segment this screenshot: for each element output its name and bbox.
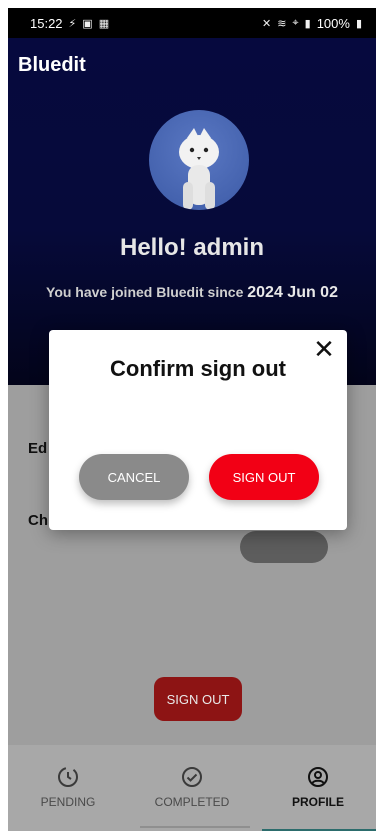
mute-icon: ✕ [261,17,272,30]
status-bar: 15:22 ⚡ ▣ ▦ ✕ ≋ ⌖ ▮ 100% ▮ [8,8,376,38]
greeting-text: Hello! admin [119,234,264,261]
dialog-title: Confirm sign out [110,356,286,381]
joined-text: You have joined Bluedit since 2024 Jun 0… [8,284,376,302]
tab-pending-label: PENDING [40,795,96,809]
change-row-label[interactable]: Ch [28,512,48,529]
confirm-signout-button[interactable]: SIGN OUT [209,454,319,500]
joined-date: 2024 Jun 02 [247,284,338,301]
battery-percent: 100% [316,15,350,31]
clock-loading-icon [58,767,78,787]
hotspot-icon: ⌖ [292,16,299,29]
tab-profile-label: PROFILE [291,795,344,809]
check-circle-icon [182,767,202,787]
change-button[interactable] [240,531,328,563]
gallery-icon: ▦ [98,17,110,30]
signal-icon: ▮ [304,17,311,30]
signout-button[interactable]: SIGN OUT [154,677,242,721]
fantasy-icon: ⚡ [68,17,77,30]
battery-icon: ▮ [355,17,362,30]
gesture-bar [140,826,250,828]
edit-row-label[interactable]: Ed [28,440,47,457]
joined-prefix: You have joined Bluedit since [46,284,244,300]
bottom-nav: PENDING COMPLETED PROFILE [8,745,376,831]
cat-avatar-icon [179,128,219,210]
status-right: ✕ ≋ ⌖ ▮ 100% ▮ [262,16,362,31]
tab-profile[interactable]: PROFILE [258,765,378,809]
cast-icon: ▣ [82,17,93,30]
cancel-button[interactable]: CANCEL [79,454,189,500]
avatar [149,110,249,210]
tab-completed-label: COMPLETED [154,795,230,809]
status-left: 15:22 ⚡ ▣ ▦ [30,16,109,31]
confirm-signout-dialog: ✕ Confirm sign out CANCEL SIGN OUT [49,330,347,530]
tab-completed[interactable]: COMPLETED [132,765,252,809]
tab-pending[interactable]: PENDING [8,765,128,809]
status-time: 15:22 [30,15,63,31]
app-title: Bluedit [18,54,86,76]
wifi-icon: ≋ [277,17,287,30]
user-circle-icon [308,767,328,787]
